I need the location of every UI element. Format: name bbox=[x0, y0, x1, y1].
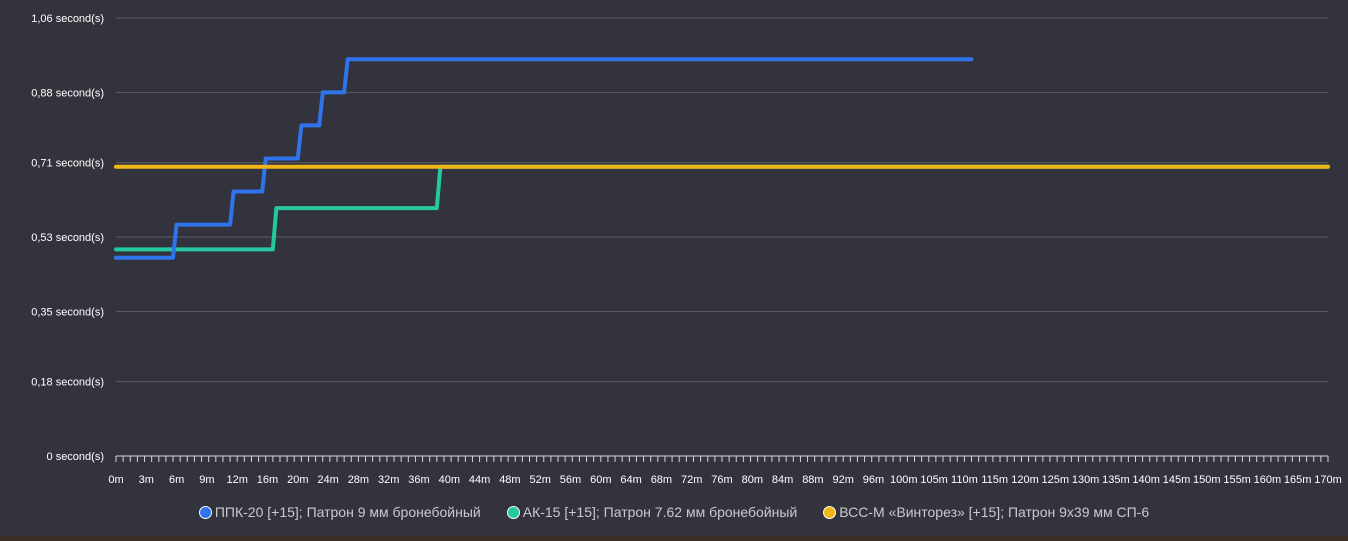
x-tick-label: 140m bbox=[1132, 474, 1160, 486]
x-tick-label: 16m bbox=[257, 474, 278, 486]
y-tick-label: 0,88 second(s) bbox=[31, 87, 104, 99]
x-tick-label: 9m bbox=[199, 474, 214, 486]
x-tick-label: 165m bbox=[1284, 474, 1312, 486]
y-axis: 0 second(s) 0,18 second(s) 0,35 second(s) 0… bbox=[31, 13, 104, 463]
legend-label-vss-vintorez: ВСС-М «Винторез» [+15]; Патрон 9х39 мм С… bbox=[839, 504, 1150, 520]
legend-swatch-ak15 bbox=[506, 505, 520, 519]
x-tick-label: 60m bbox=[590, 474, 611, 486]
x-tick-label: 56m bbox=[560, 474, 581, 486]
x-tick-label: 68m bbox=[651, 474, 672, 486]
y-tick-label: 0,35 second(s) bbox=[31, 306, 104, 318]
legend-swatch-vss-vintorez bbox=[823, 505, 837, 519]
x-tick-label: 110m bbox=[951, 474, 978, 486]
x-tick-label: 36m bbox=[408, 474, 429, 486]
x-tick-label: 125m bbox=[1042, 474, 1070, 486]
y-tick-label: 0,53 second(s) bbox=[31, 232, 104, 244]
bottom-strip bbox=[0, 536, 1348, 541]
x-tick-label: 130m bbox=[1072, 474, 1100, 486]
x-tick-label: 115m bbox=[981, 474, 1008, 486]
x-tick-label: 48m bbox=[499, 474, 520, 486]
y-tick-label: 0,71 second(s) bbox=[31, 158, 104, 170]
legend-label-ak15: АК-15 [+15]; Патрон 7.62 мм бронебойный bbox=[522, 504, 798, 520]
x-tick-label: 40m bbox=[439, 474, 460, 486]
y-tick-label: 0,18 second(s) bbox=[31, 377, 104, 389]
x-tick-label: 160m bbox=[1254, 474, 1282, 486]
series-layer bbox=[114, 57, 1330, 260]
x-tick-label: 76m bbox=[711, 474, 732, 486]
x-tick-label: 20m bbox=[287, 474, 308, 486]
legend-item-vss-vintorez[interactable]: ВСС-М «Винторез» [+15]; Патрон 9х39 мм С… bbox=[823, 504, 1149, 520]
x-tick-label: 6m bbox=[169, 474, 184, 486]
x-tick-label: 32m bbox=[378, 474, 399, 486]
x-tick-label: 88m bbox=[802, 474, 823, 486]
y-tick-label: 1,06 second(s) bbox=[31, 13, 104, 25]
y-tick-label: 0 second(s) bbox=[47, 451, 104, 463]
legend-item-ppk20[interactable]: ППК-20 [+15]; Патрон 9 мм бронебойный bbox=[198, 504, 481, 520]
x-tick-label: 96m bbox=[863, 474, 884, 486]
x-tick-label: 12m bbox=[226, 474, 247, 486]
x-tick-label: 170m bbox=[1314, 474, 1342, 486]
x-tick-label: 84m bbox=[772, 474, 793, 486]
x-tick-label: 105m bbox=[920, 474, 948, 486]
x-tick-label: 80m bbox=[742, 474, 763, 486]
x-tick-label: 0m bbox=[108, 474, 123, 486]
x-tick-label: 135m bbox=[1102, 474, 1130, 486]
x-tick-label: 150m bbox=[1193, 474, 1221, 486]
legend-item-ak15[interactable]: АК-15 [+15]; Патрон 7.62 мм бронебойный bbox=[506, 504, 798, 520]
x-tick-label: 120m bbox=[1011, 474, 1039, 486]
x-tick-label: 28m bbox=[348, 474, 369, 486]
x-axis: 0m 3m 6m 9m 12m 16m 20m 24m 28m 32m 36m 40m 44m 48m 52… bbox=[108, 455, 1342, 486]
x-tick-label: 24m bbox=[317, 474, 338, 486]
x-tick-label: 145m bbox=[1163, 474, 1191, 486]
legend-swatch-ppk20 bbox=[198, 505, 212, 519]
legend: ППК-20 [+15]; Патрон 9 мм бронебойный АК… bbox=[0, 501, 1348, 523]
x-tick-label: 3m bbox=[139, 474, 154, 486]
x-tick-label: 52m bbox=[529, 474, 550, 486]
grid-layer bbox=[116, 17, 1328, 383]
x-tick-label: 155m bbox=[1223, 474, 1251, 486]
series-ppk20-line bbox=[114, 57, 974, 260]
chart-stage: 0 second(s) 0,18 second(s) 0,35 second(s) 0… bbox=[0, 0, 1348, 541]
x-tick-label: 44m bbox=[469, 474, 490, 486]
legend-label-ppk20: ППК-20 [+15]; Патрон 9 мм бронебойный bbox=[214, 504, 481, 520]
x-tick-label: 100m bbox=[890, 474, 918, 486]
x-tick-label: 72m bbox=[681, 474, 702, 486]
x-tick-label: 64m bbox=[620, 474, 641, 486]
line-chart: 0 second(s) 0,18 second(s) 0,35 second(s) 0… bbox=[31, 13, 1342, 486]
x-tick-label: 92m bbox=[832, 474, 853, 486]
